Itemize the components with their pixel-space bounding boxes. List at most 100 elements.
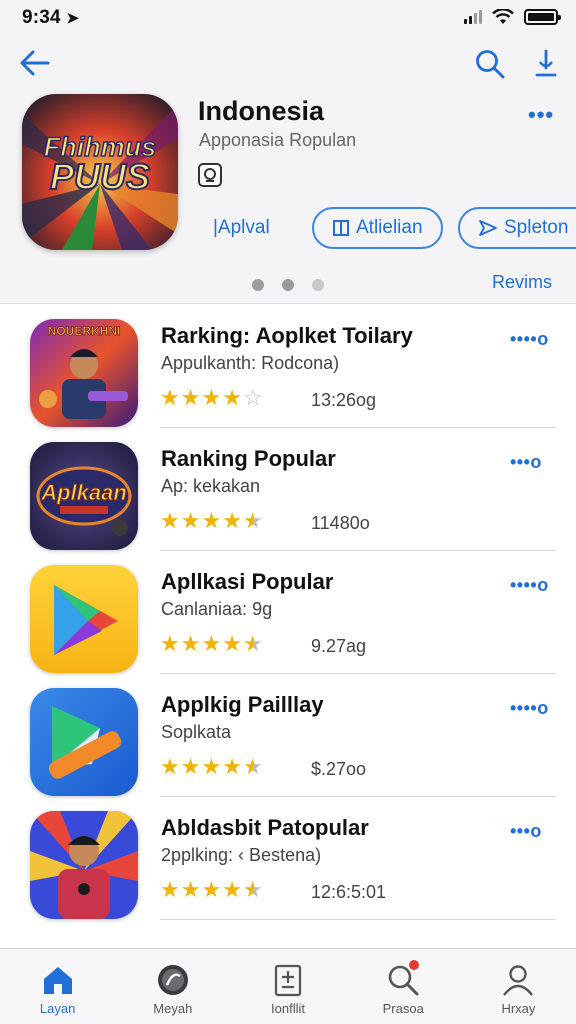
person-icon	[499, 961, 537, 999]
status-bar: 9:34 ➤	[0, 0, 576, 36]
app-subtitle: Appulkanth: Rodcona)	[161, 353, 340, 373]
app-size: 12:6:5:01	[311, 882, 387, 902]
clipboard-icon	[269, 961, 307, 999]
star-half-icon: ★	[242, 877, 263, 902]
app-title: Rarking: Aoplket Toilary	[161, 323, 413, 348]
app-more-button[interactable]: •••o	[510, 821, 542, 842]
app-header: Fhihmus PUUS Indonesia Apponasia Ropulan…	[0, 36, 576, 304]
star-icon: ★	[201, 754, 222, 779]
page-dot	[252, 279, 264, 291]
action-button-apply-label: |Aplval	[213, 217, 270, 238]
location-arrow-icon: ➤	[66, 10, 80, 27]
back-arrow-icon[interactable]	[18, 48, 52, 78]
app-subtitle: Ap: kekakan	[161, 476, 261, 496]
page-title: Indonesia	[198, 96, 325, 126]
app-title: Apllkasi Popular	[161, 569, 334, 594]
more-options-button[interactable]: •••	[528, 102, 554, 128]
tab-label: Ionfllit	[271, 1001, 305, 1016]
compass-icon	[154, 961, 192, 999]
action-button-articles[interactable]: Atlielian	[312, 207, 443, 249]
list-item[interactable]: Applkig Pailllay Soplkata ★ ★ ★ ★ ★ $.27oo •…	[0, 674, 576, 797]
star-rating: ★ ★ ★ ★ ★	[160, 879, 263, 901]
app-subtitle: Soplkata	[161, 722, 232, 742]
star-icon: ★	[160, 754, 180, 779]
page-subtitle: Apponasia Ropulan	[199, 130, 357, 150]
featured-app-icon[interactable]: Fhihmus PUUS	[22, 94, 178, 250]
status-time: 9:34 ➤	[22, 7, 79, 29]
app-title: Abldasbit Patopular	[161, 815, 369, 840]
microphone-icon[interactable]	[532, 48, 560, 80]
battery-icon	[524, 9, 561, 25]
app-subtitle: 2pplking: ‹ Bestena)	[161, 845, 322, 865]
star-icon: ★	[201, 508, 222, 533]
app-size: 13:26og	[311, 390, 377, 410]
star-icon: ★	[180, 508, 201, 533]
search-icon	[384, 959, 422, 999]
tab-label: Prasoa	[382, 1001, 424, 1016]
star-rating: ★ ★ ★ ★ ★	[160, 633, 263, 655]
star-icon: ★	[180, 877, 201, 902]
app-icon-text: Aplkaan	[40, 480, 127, 505]
app-title: Ranking Popular	[161, 446, 336, 471]
star-rating: ★ ★ ★ ★ ★	[160, 510, 263, 532]
star-icon: ★	[201, 877, 222, 902]
hero-icon-text-bottom: PUUS	[50, 156, 150, 197]
tab-meyah[interactable]: Meyah	[115, 949, 230, 1024]
app-size: 11480o	[311, 513, 370, 533]
tab-hrxay[interactable]: Hrxay	[461, 949, 576, 1024]
action-button-share[interactable]: Spleton	[458, 207, 576, 249]
app-list: NOUERKHNI Rarking: Aoplket Toilary Appul…	[0, 305, 576, 920]
app-more-button[interactable]: ••••o	[510, 575, 549, 596]
app-more-button[interactable]: •••o	[510, 452, 542, 473]
age-rating-icon	[198, 163, 222, 187]
tab-label: Layan	[39, 1001, 76, 1016]
star-icon: ★	[201, 631, 222, 656]
page-dot	[282, 279, 294, 291]
action-button-share-label: Spleton	[504, 217, 569, 238]
star-half-icon: ★	[242, 754, 263, 779]
star-rating: ★ ★ ★ ★ ★	[160, 756, 263, 778]
app-icon	[30, 565, 138, 673]
status-indicators	[464, 9, 561, 25]
app-size: $.27oo	[311, 759, 367, 779]
share-arrow-icon	[479, 220, 497, 236]
row-divider	[160, 919, 556, 920]
star-icon: ★	[160, 631, 180, 656]
star-empty-icon: ☆	[242, 385, 263, 410]
list-item[interactable]: Aplkaan Ranking Popular Ap: kekakan ★ ★ ★ ★…	[0, 428, 576, 551]
tab-ionfllit[interactable]: Ionfllit	[230, 949, 345, 1024]
tab-prasoa[interactable]: Prasoa	[346, 949, 461, 1024]
action-button-articles-label: Atlielian	[356, 217, 423, 238]
app-icon-text: NOUERKHNI	[48, 324, 121, 338]
app-subtitle: Canlaniaa: 9g	[161, 599, 273, 619]
tab-label: Hrxay	[501, 1001, 536, 1016]
star-icon: ★	[160, 385, 180, 410]
wifi-icon	[492, 9, 514, 24]
home-icon	[39, 961, 77, 999]
star-icon: ★	[222, 877, 242, 902]
app-icon	[30, 688, 138, 796]
star-icon: ★	[222, 385, 242, 410]
app-icon: NOUERKHNI	[30, 319, 138, 427]
app-more-button[interactable]: ••••o	[510, 329, 549, 350]
list-item[interactable]: Abldasbit Patopular 2pplking: ‹ Bestena)…	[0, 797, 576, 920]
star-half-icon: ★	[242, 631, 263, 656]
star-icon: ★	[180, 385, 201, 410]
app-title: Applkig Pailllay	[161, 692, 324, 717]
app-size: 9.27ag	[311, 636, 367, 656]
list-item[interactable]: Apllkasi Popular Canlaniaa: 9g ★ ★ ★ ★ ★ 9.2…	[0, 551, 576, 674]
tab-label: Meyah	[153, 1001, 193, 1016]
tab-layan[interactable]: Layan	[0, 949, 115, 1024]
action-button-apply[interactable]: |Aplval	[213, 207, 270, 249]
list-item[interactable]: NOUERKHNI Rarking: Aoplket Toilary Appul…	[0, 305, 576, 428]
star-rating: ★ ★ ★ ★ ☆	[160, 387, 263, 409]
search-icon[interactable]	[474, 48, 506, 80]
star-icon: ★	[180, 631, 201, 656]
page-indicator[interactable]	[252, 279, 324, 291]
status-time-text: 9:34	[22, 7, 61, 28]
star-icon: ★	[201, 385, 222, 410]
book-icon	[333, 220, 349, 236]
app-more-button[interactable]: ••••o	[510, 698, 549, 719]
reviews-link[interactable]: Revims	[492, 272, 552, 293]
cellular-signal-icon	[464, 10, 482, 24]
